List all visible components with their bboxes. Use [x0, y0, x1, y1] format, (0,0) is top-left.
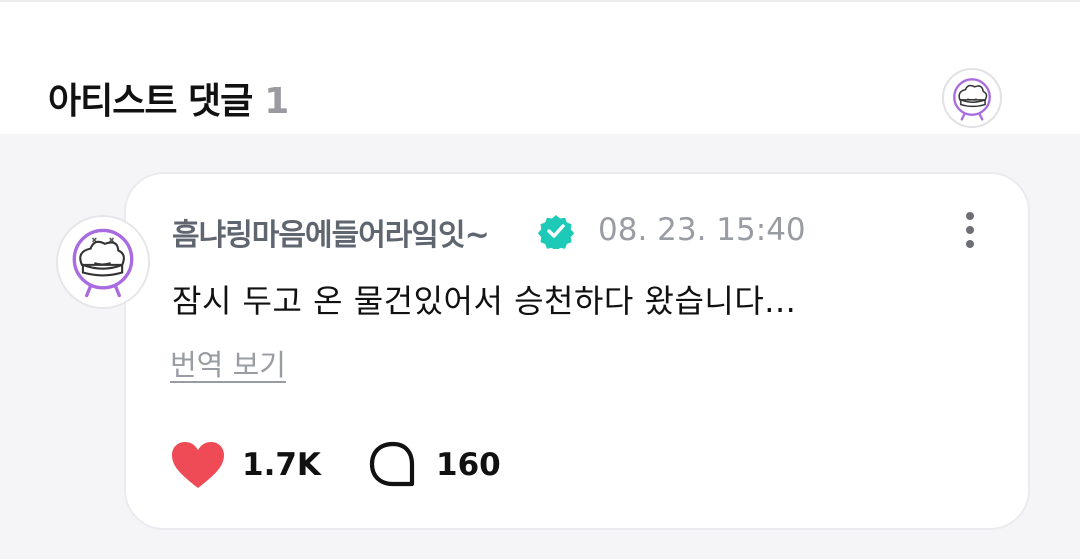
reply-count: 160 [436, 447, 501, 483]
comment-body: 잠시 두고 온 물건있어서 승천하다 왔습니다... [172, 282, 797, 320]
avatar-illustration-icon [72, 228, 134, 298]
verified-badge-icon [538, 213, 574, 249]
speech-bubble-icon [368, 440, 418, 490]
more-vertical-icon-dot [966, 226, 974, 234]
translate-link[interactable]: 번역 보기 [170, 342, 286, 384]
comment-timestamp: 08. 23. 15:40 [598, 212, 806, 248]
section-title-text: 아티스트 댓글 [48, 81, 253, 122]
more-vertical-icon-dot [966, 240, 974, 248]
like-button[interactable]: 1.7K [170, 440, 321, 490]
avatar-illustration-icon [953, 78, 991, 121]
like-count: 1.7K [242, 447, 321, 483]
comment-author-name[interactable]: 흠냐링마음에들어라잌잇~ [172, 210, 490, 254]
more-vertical-icon [966, 212, 974, 220]
heart-icon [170, 440, 226, 490]
section-header: 아티스트 댓글 1 [0, 0, 1080, 134]
more-options-button[interactable] [952, 206, 988, 254]
comment-count: 1 [264, 81, 289, 122]
reply-button[interactable]: 160 [368, 440, 501, 490]
section-title: 아티스트 댓글 1 [48, 72, 289, 124]
comment-author-avatar[interactable] [56, 215, 150, 309]
artist-avatar-button[interactable] [942, 68, 1002, 128]
